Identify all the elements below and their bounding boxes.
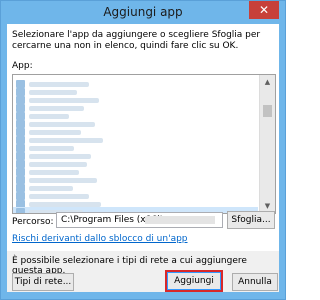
app-list-label: App: bbox=[12, 61, 33, 71]
path-label: Percorso: bbox=[12, 217, 54, 227]
dialog-body: Selezionare l'app da aggiungere o scegli… bbox=[7, 24, 279, 292]
app-list-rows bbox=[13, 75, 258, 213]
path-field[interactable]: C:\Program Files (x86)\ bbox=[56, 212, 223, 228]
cancel-button[interactable]: Annulla bbox=[232, 273, 278, 291]
app-icon bbox=[16, 208, 25, 213]
scrollbar[interactable]: ▲ ▼ bbox=[259, 75, 275, 213]
dialog-title: Aggiungi app bbox=[103, 5, 183, 19]
close-button[interactable]: ✕ bbox=[249, 1, 279, 19]
add-button[interactable]: Aggiungi bbox=[167, 272, 221, 290]
path-redacted-part bbox=[145, 216, 215, 224]
network-types-button[interactable]: Tipi di rete... bbox=[12, 273, 74, 291]
browse-button[interactable]: Sfoglia... bbox=[227, 211, 275, 229]
close-icon: ✕ bbox=[258, 3, 270, 17]
unblock-risks-link[interactable]: Rischi derivanti dallo sblocco di un'app bbox=[12, 234, 188, 244]
instructions-text: Selezionare l'app da aggiungere o scegli… bbox=[12, 30, 261, 51]
add-app-dialog: Aggiungi app ✕ Selezionare l'app da aggi… bbox=[0, 0, 286, 300]
app-list[interactable]: ▲ ▼ bbox=[12, 74, 276, 214]
title-bar[interactable]: Aggiungi app ✕ bbox=[1, 1, 285, 23]
content-area: Selezionare l'app da aggiungere o scegli… bbox=[7, 24, 279, 251]
scroll-up-arrow-icon[interactable]: ▲ bbox=[260, 75, 275, 89]
scrollbar-thumb[interactable] bbox=[263, 105, 272, 117]
